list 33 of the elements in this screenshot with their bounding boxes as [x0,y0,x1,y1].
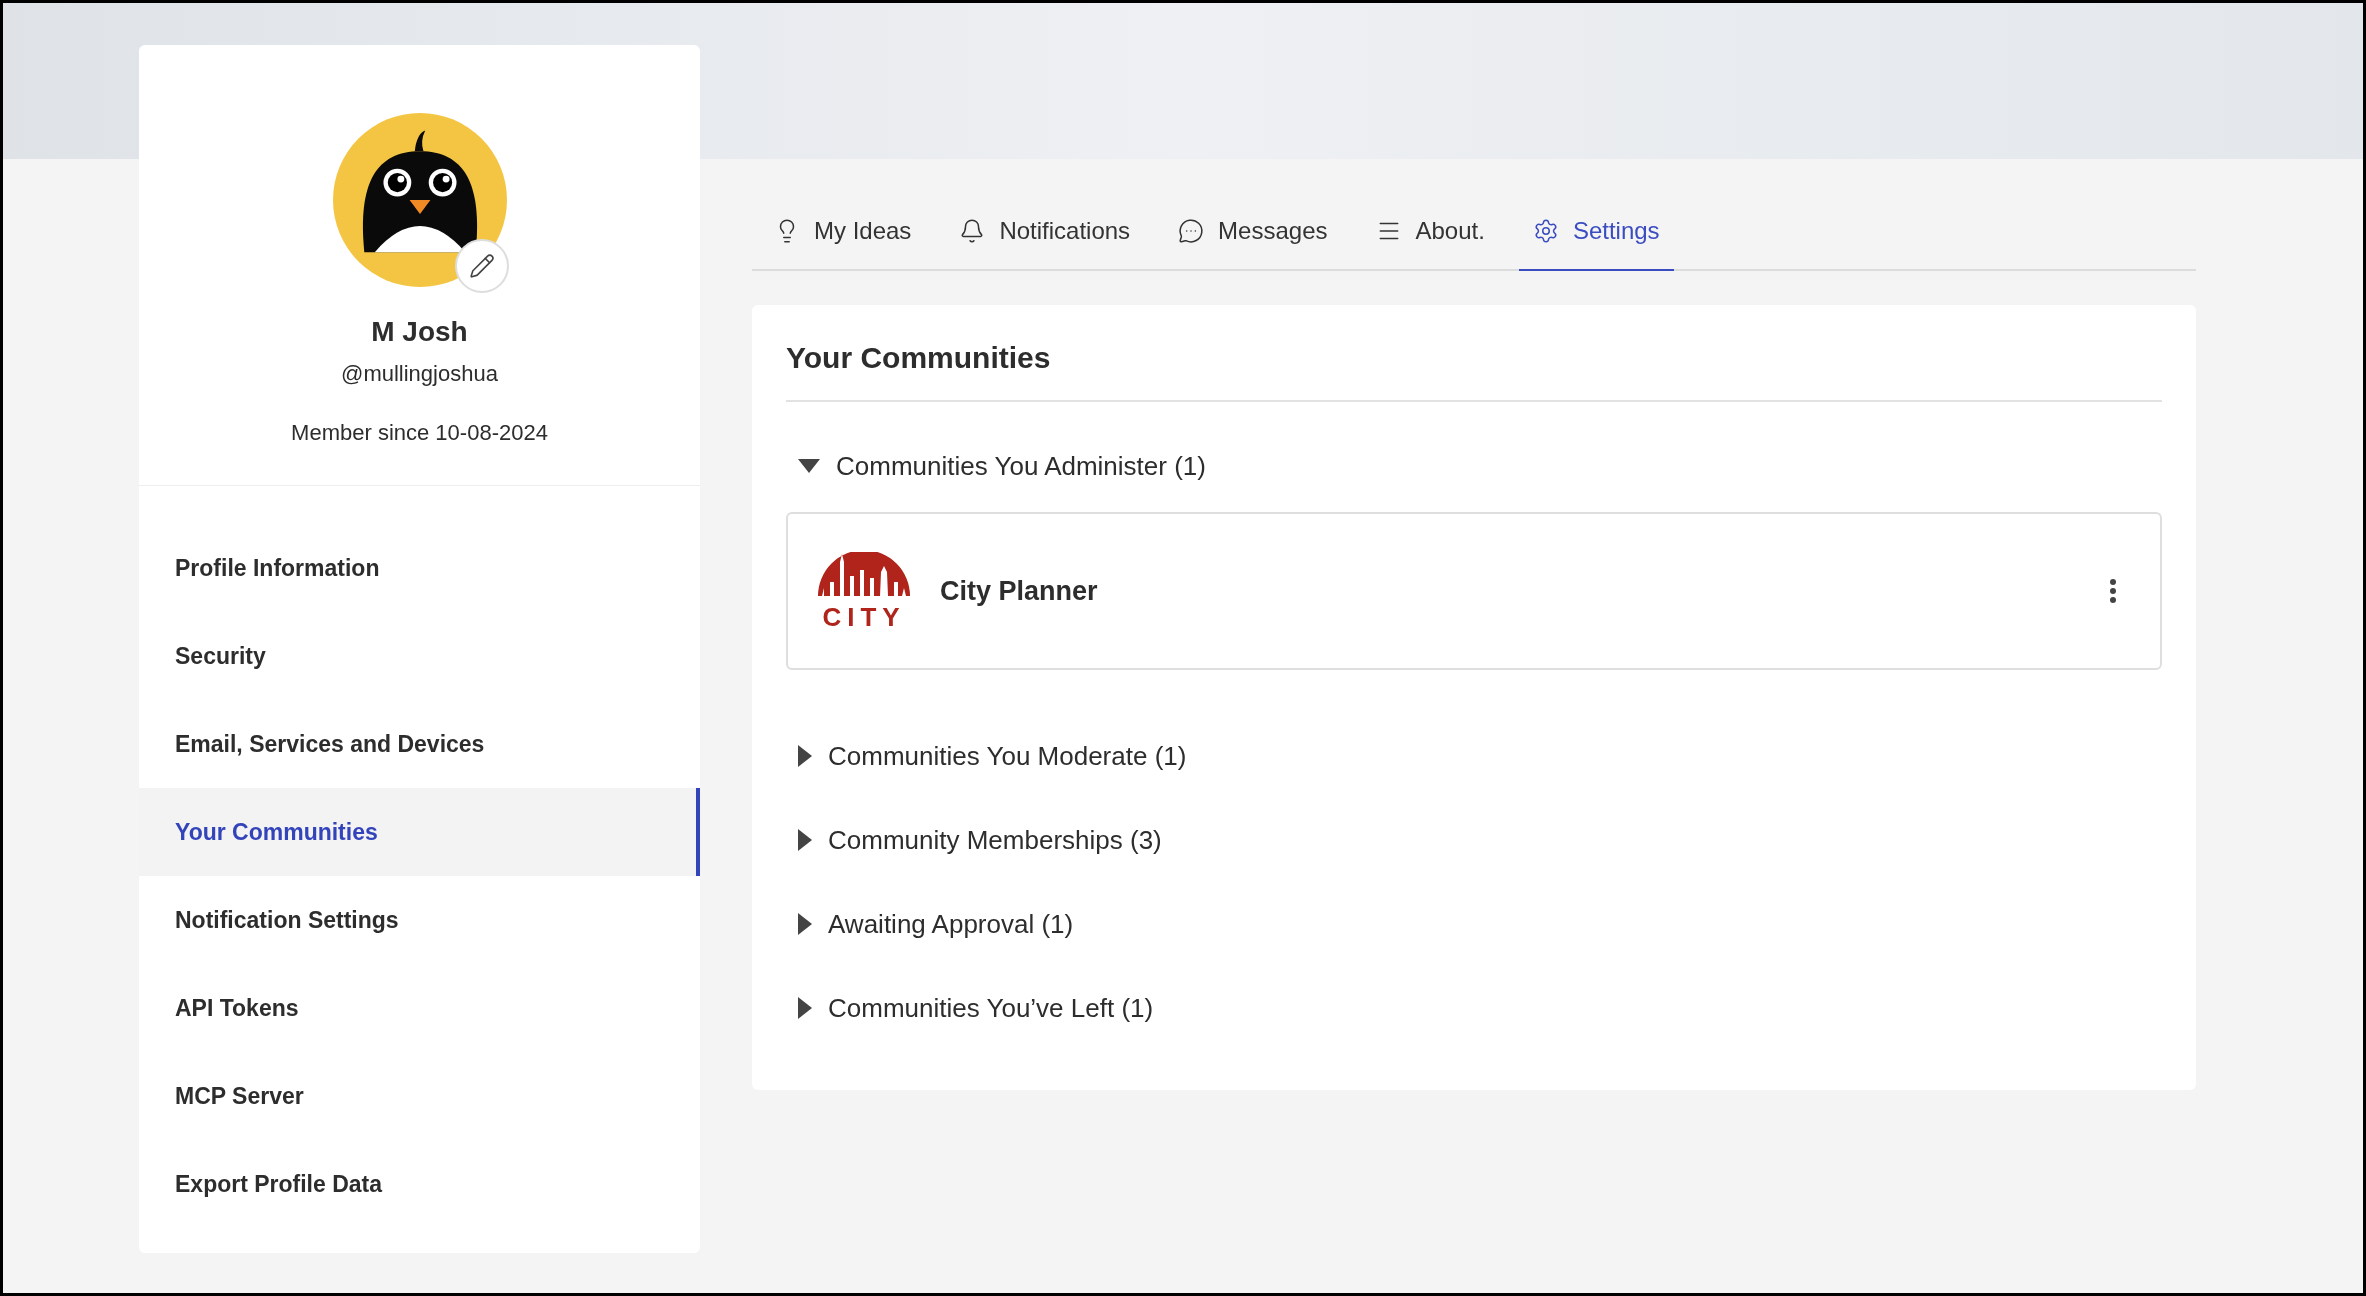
accordion-header[interactable]: Communities You’ve Left (1) [786,966,2162,1050]
chat-bubble-icon [1178,218,1205,244]
panel-title: Your Communities [786,335,2162,402]
accordion-header[interactable]: Communities You Moderate (1) [786,714,2162,798]
community-name: City Planner [940,574,1099,608]
accordion-header[interactable]: Awaiting Approval (1) [786,882,2162,966]
sidebar-item[interactable]: Profile Information [139,524,700,612]
nav-tab[interactable]: My Ideas [760,193,926,269]
edit-avatar-button[interactable] [454,239,509,293]
nav-tab[interactable]: About. [1361,193,1499,269]
accordion-header[interactable]: Community Memberships (3) [786,798,2162,882]
sidebar-item[interactable]: Notification Settings [139,876,700,964]
caret-right-icon [798,997,812,1019]
caret-right-icon [798,829,812,851]
sidebar-item[interactable]: Email, Services and Devices [139,700,700,788]
more-icon [2110,579,2116,603]
caret-down-icon [798,459,820,473]
sidebar-item[interactable]: Security [139,612,700,700]
accordion-header[interactable]: Communities You Administer (1) [786,424,2162,508]
profile-name: M Josh [371,315,468,349]
nav-tab[interactable]: Messages [1164,193,1342,269]
nav-tab[interactable]: Notifications [945,193,1145,269]
pencil-icon [468,253,495,279]
settings-icon [1532,218,1559,244]
member-since-text: Member since 10-08-2024 [291,419,548,447]
sidebar-item[interactable]: API Tokens [139,964,700,1052]
profile-handle: @mullingjoshua [341,360,498,388]
sidebar-item[interactable]: MCP Server [139,1052,700,1140]
sidebar-item[interactable]: Export Profile Data [139,1140,700,1228]
caret-right-icon [798,913,812,935]
sidebar-item[interactable]: Your Communities [139,788,700,876]
nav-tab[interactable]: Settings [1518,193,1674,271]
caret-right-icon [798,745,812,767]
